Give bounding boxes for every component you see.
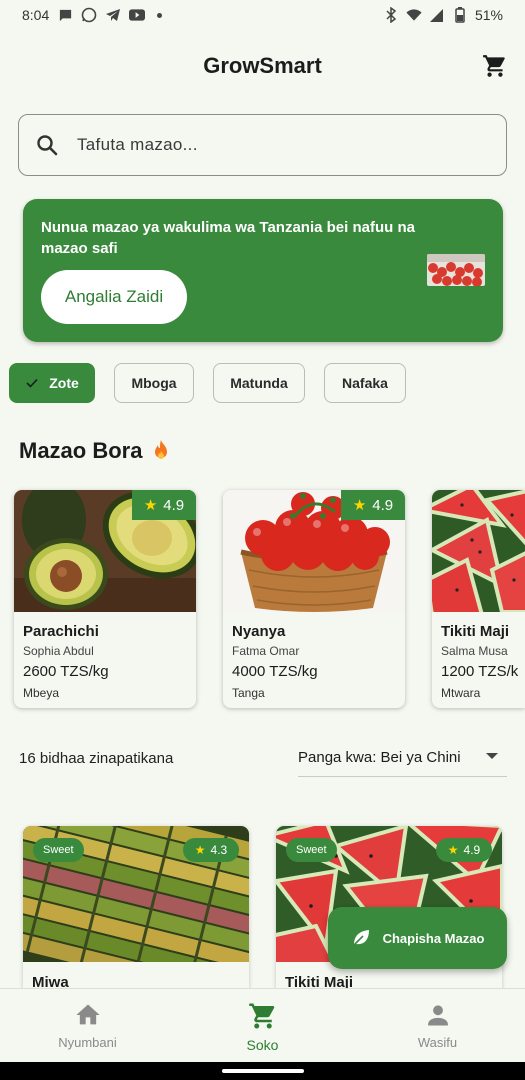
banner-image xyxy=(427,254,485,286)
rating-value: 4.9 xyxy=(372,496,394,514)
nav-label: Soko xyxy=(246,1037,279,1053)
chip-nafaka[interactable]: Nafaka xyxy=(324,363,406,403)
gesture-handle[interactable] xyxy=(222,1069,304,1073)
cart-icon xyxy=(483,55,505,77)
fab-label: Chapisha Mazao xyxy=(382,930,485,946)
search-input[interactable] xyxy=(77,135,457,155)
section-title-text: Mazao Bora xyxy=(19,438,143,463)
person-icon xyxy=(427,1005,448,1026)
results-count: 16 bidhaa zinapatikana xyxy=(19,750,174,767)
search-icon xyxy=(37,135,58,156)
rating-badge: ★ 4.9 xyxy=(436,838,492,862)
nav-item-market[interactable]: Soko xyxy=(175,989,350,1062)
card-body: Nyanya Fatma Omar 4000 TZS/kg Tanga xyxy=(223,612,405,708)
rating-badge: ★ 4.9 xyxy=(341,490,405,520)
fire-icon xyxy=(155,440,168,459)
nav-label: Nyumbani xyxy=(58,1035,117,1050)
star-icon: ★ xyxy=(194,843,206,857)
tag-badge: Sweet xyxy=(33,838,84,862)
featured-card[interactable]: ★ 4.9 Parachichi Sophia Abdul 2600 TZS/k… xyxy=(14,490,196,708)
card-body: Parachichi Sophia Abdul 2600 TZS/kg Mbey… xyxy=(14,612,196,708)
rating-value: 4.3 xyxy=(210,843,228,857)
product-card[interactable]: Sweet ★ 4.3 Miwa xyxy=(23,826,249,996)
search-box[interactable] xyxy=(18,114,507,176)
youtube-icon xyxy=(129,7,146,23)
home-icon xyxy=(75,1004,100,1025)
nav-item-profile[interactable]: Wasifu xyxy=(350,989,525,1062)
star-icon: ★ xyxy=(447,843,459,857)
promo-banner: Nunua mazao ya wakulima wa Tanzania bei … xyxy=(23,199,503,342)
chip-matunda[interactable]: Matunda xyxy=(213,363,305,403)
whatsapp-icon xyxy=(81,7,97,23)
message-icon xyxy=(57,7,73,23)
product-name: Nyanya xyxy=(232,623,286,640)
chip-label: Zote xyxy=(49,375,79,391)
bottom-nav: Nyumbani Soko Wasifu xyxy=(0,988,525,1062)
view-more-button[interactable]: Angalia Zaidi xyxy=(41,270,187,324)
rating-value: 4.9 xyxy=(463,843,481,857)
product-price: 2600 TZS/kg xyxy=(23,663,109,680)
product-name: Tikiti Maji xyxy=(441,623,510,640)
product-location: Mbeya xyxy=(23,686,60,700)
banner-text: Nunua mazao ya wakulima wa Tanzania bei … xyxy=(41,219,415,257)
leaf-icon xyxy=(352,930,369,946)
product-price: 1200 TZS/k xyxy=(441,663,519,680)
product-name: Parachichi xyxy=(23,623,99,640)
seller-name: Salma Musa xyxy=(441,644,508,658)
battery-icon xyxy=(452,7,468,23)
signal-icon xyxy=(429,7,445,23)
tomatoes-image: ★ 4.9 xyxy=(223,490,405,612)
product-price: 4000 TZS/kg xyxy=(232,663,318,680)
chip-label: Mboga xyxy=(131,375,177,391)
product-location: Tanga xyxy=(232,686,265,700)
star-icon: ★ xyxy=(352,497,367,514)
featured-card[interactable]: Tikiti Maji Salma Musa 1200 TZS/k Mtwara xyxy=(432,490,525,708)
chip-mboga[interactable]: Mboga xyxy=(114,363,194,403)
nav-label: Wasifu xyxy=(417,1035,458,1050)
status-bar: 8:04 51% xyxy=(0,0,525,30)
rating-badge: ★ 4.3 xyxy=(183,838,239,862)
chip-zote[interactable]: Zote xyxy=(9,363,95,403)
battery-level: 51% xyxy=(474,7,503,23)
rating-badge: ★ 4.9 xyxy=(132,490,196,520)
rating-value: 4.9 xyxy=(163,496,185,514)
notification-dot-icon xyxy=(157,12,163,18)
sort-dropdown[interactable]: Panga kwa: Bei ya Chini xyxy=(298,738,507,777)
featured-card[interactable]: ★ 4.9 Nyanya Fatma Omar 4000 TZS/kg Tang… xyxy=(223,490,405,708)
cart-button[interactable] xyxy=(479,50,511,82)
app-title: GrowSmart xyxy=(203,53,322,78)
app-bar: GrowSmart xyxy=(0,38,525,94)
avocado-image: ★ 4.9 xyxy=(14,490,196,612)
gesture-area xyxy=(0,1062,525,1080)
seller-name: Sophia Abdul xyxy=(23,644,94,658)
star-icon: ★ xyxy=(143,497,158,514)
sugarcane-image: Sweet ★ 4.3 xyxy=(23,826,249,962)
telegram-icon xyxy=(105,7,121,23)
card-body: Tikiti Maji Salma Musa 1200 TZS/k Mtwara xyxy=(432,612,525,708)
post-crop-fab[interactable]: Chapisha Mazao xyxy=(328,907,507,969)
dropdown-arrow-icon xyxy=(486,753,498,759)
check-icon xyxy=(26,378,38,388)
status-left: 8:04 xyxy=(22,7,163,23)
bluetooth-icon xyxy=(383,7,399,23)
tag-badge: Sweet xyxy=(286,838,337,862)
nav-item-home[interactable]: Nyumbani xyxy=(0,989,175,1062)
status-right: 51% xyxy=(383,7,503,23)
chip-label: Nafaka xyxy=(342,375,388,391)
product-location: Mtwara xyxy=(441,686,481,700)
watermelon-image xyxy=(432,490,525,612)
cart-icon xyxy=(248,1003,274,1029)
seller-name: Fatma Omar xyxy=(232,644,300,658)
section-title: Mazao Bora xyxy=(19,438,172,464)
wifi-icon xyxy=(406,7,422,23)
sort-label: Panga kwa: Bei ya Chini xyxy=(298,748,461,766)
chip-label: Matunda xyxy=(230,375,288,391)
status-time: 8:04 xyxy=(22,7,50,23)
